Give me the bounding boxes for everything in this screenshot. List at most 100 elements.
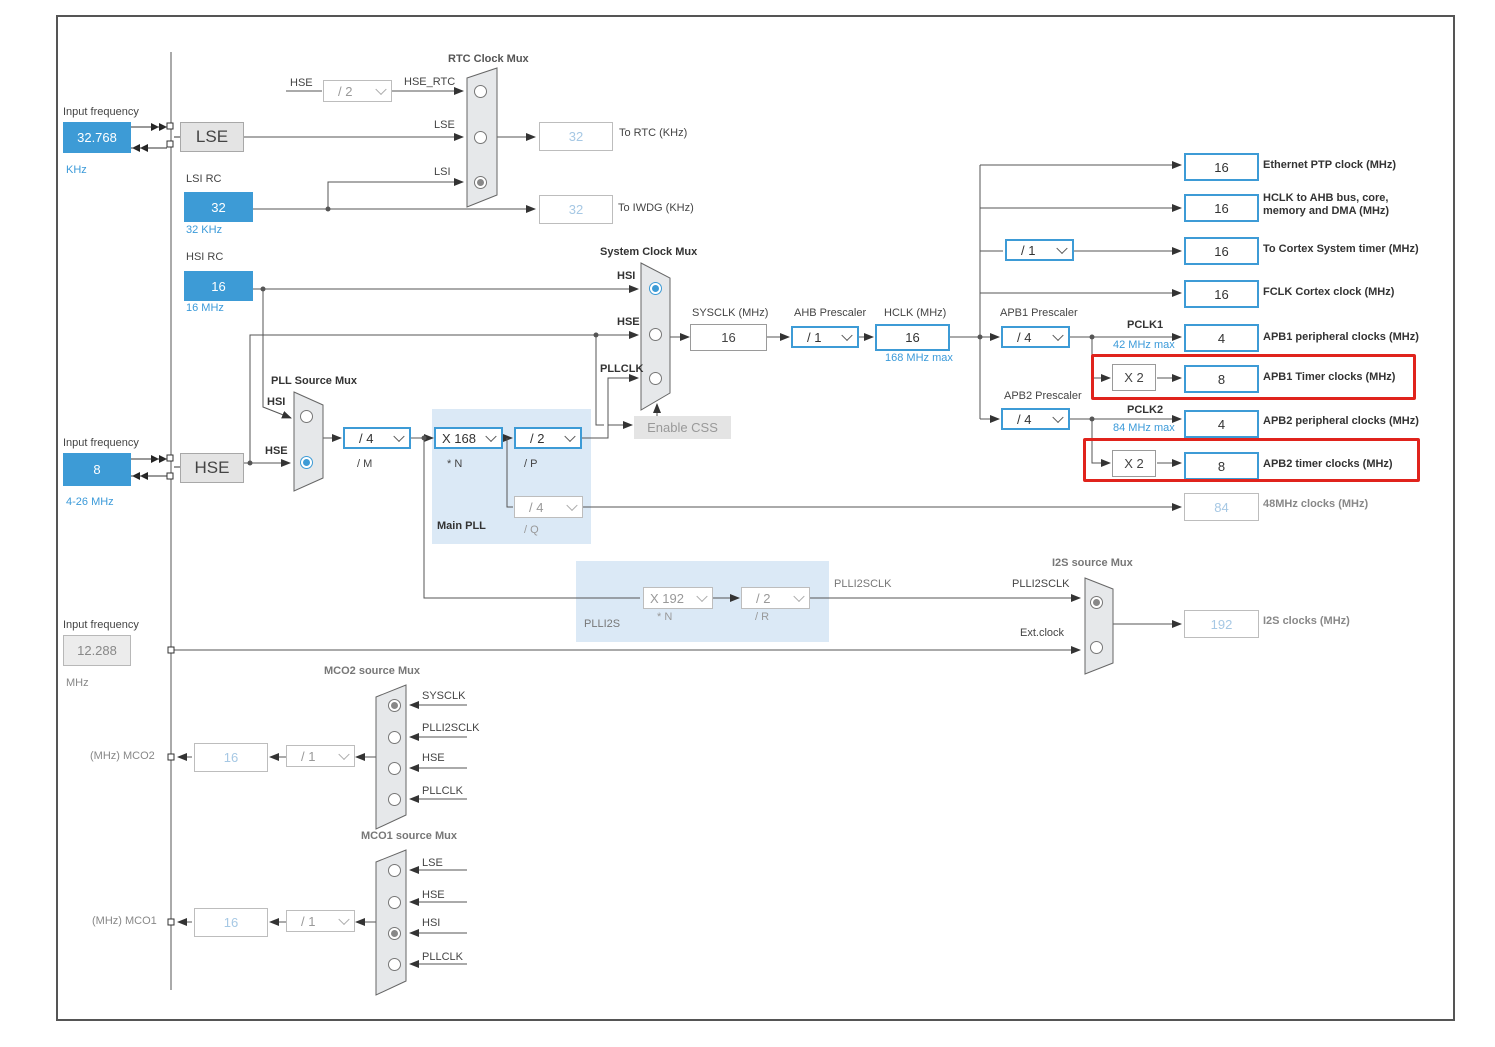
i2s-mux-in2-label: Ext.clock [1020,627,1065,639]
pll-m-divider[interactable]: / 4 [343,427,411,449]
pll-mux-hsi-radio[interactable] [300,410,313,423]
rtc-mux-hse-radio[interactable] [474,85,487,98]
i2s-mux-plli2s-radio[interactable] [1090,596,1103,609]
lse-oscillator: LSE [180,122,244,152]
pclk1-label: PCLK1 [1127,319,1164,331]
enable-css-button[interactable]: Enable CSS [634,416,731,439]
hsi-unit: 16 MHz [186,302,224,314]
fclk-cortex-value[interactable]: 16 [1184,280,1259,308]
pll-p-divider[interactable]: / 2 [514,427,582,449]
pll-q-divider[interactable]: / 4 [514,496,583,518]
apb1-prescaler-label: APB1 Prescaler [1000,307,1078,319]
chevron-down-icon [338,913,350,926]
cortex-timer-divider-value: / 1 [1021,242,1036,258]
apb1-prescaler-value: / 4 [1017,329,1032,345]
mco2-mux-plli2s-radio[interactable] [388,731,401,744]
hse-frequency-input[interactable]: 8 [63,453,131,486]
chevron-down-icon [564,430,576,443]
sysclk-mux-pllclk-radio[interactable] [649,372,662,385]
mco1-divider-value: / 1 [301,913,316,929]
rtc-hse-rtc-label: HSE_RTC [404,76,456,88]
cortex-system-timer-value[interactable]: 16 [1184,237,1259,265]
plli2s-r-divider[interactable]: / 2 [741,587,810,609]
ethernet-ptp-clock-value[interactable]: 16 [1184,153,1259,181]
cortex-timer-divider[interactable]: / 1 [1005,239,1074,261]
fclk-cortex-label: FCLK Cortex clock (MHz) [1263,286,1395,298]
apb2-peripheral-value[interactable]: 4 [1184,410,1259,438]
ahb-prescaler[interactable]: / 1 [791,326,859,348]
ext-input-label: Input frequency [63,619,139,631]
lsi-label: LSI RC [186,173,222,185]
hse-input-label: Input frequency [63,437,139,449]
mco1-mux-hse-radio[interactable] [388,896,401,909]
plli2s-n-multiplier-value: X 192 [650,590,684,606]
sysclk-mux-hse-radio[interactable] [649,328,662,341]
ahb-prescaler-label: AHB Prescaler [794,307,867,319]
hclk-ahb-value[interactable]: 16 [1184,194,1259,222]
cortex-system-timer-label: To Cortex System timer (MHz) [1263,243,1419,255]
rtc-mux-title: RTC Clock Mux [448,53,529,65]
main-pll-title: Main PLL [437,520,486,532]
rtc-mux-lse-radio[interactable] [474,131,487,144]
mco1-mux-hsi-radio[interactable] [388,927,401,940]
apb2-prescaler-label: APB2 Prescaler [1004,390,1082,402]
rtc-hse-label: HSE [290,77,313,89]
pll-q-divider-value: / 4 [529,499,544,515]
mco1-in-hse: HSE [422,889,445,901]
hclk-max: 168 MHz max [885,352,953,364]
hclk-input[interactable]: 16 [875,324,950,351]
mco2-divider[interactable]: / 1 [286,745,355,767]
sysclk-label: SYSCLK (MHz) [692,307,769,319]
chevron-down-icon [1056,242,1068,255]
sysclk-mux-hsi-radio[interactable] [649,282,662,295]
ahb-prescaler-value: / 1 [807,329,822,345]
rtc-lse-label: LSE [434,119,455,131]
apb2-prescaler[interactable]: / 4 [1001,408,1070,430]
mco2-mux-pllclk-radio[interactable] [388,793,401,806]
pll-m-divider-value: / 4 [359,430,374,446]
apb2-prescaler-value: / 4 [1017,411,1032,427]
rtc-output-label: To RTC (KHz) [619,127,688,139]
mco2-mux-hse-radio[interactable] [388,762,401,775]
apb2-timer-highlight [1083,438,1420,482]
chevron-down-icon [1052,329,1064,342]
iwdg-output-label: To IWDG (KHz) [618,202,694,214]
mco2-divider-value: / 1 [301,748,316,764]
lse-input-label: Input frequency [63,106,139,118]
mco1-divider[interactable]: / 1 [286,910,355,932]
lse-frequency-input[interactable]: 32.768 [63,122,131,153]
pll-n-multiplier[interactable]: X 168 [434,427,503,449]
hse-oscillator: HSE [180,453,244,483]
mco2-mux-sysclk-radio[interactable] [388,699,401,712]
pclk2-label: PCLK2 [1127,404,1164,416]
plli2s-n-label: * N [657,611,673,623]
sysclk-mux-hse-label: HSE [617,316,640,328]
plli2s-n-multiplier[interactable]: X 192 [643,587,713,609]
mco1-in-pllclk: PLLCLK [422,951,463,963]
hsi-value: 16 [184,271,253,301]
mco1-mux-pllclk-radio[interactable] [388,958,401,971]
i2s-mux-ext-radio[interactable] [1090,641,1103,654]
rtc-hse-divider[interactable]: / 2 [323,80,392,102]
sysclk-mux-title: System Clock Mux [600,246,698,258]
ext-frequency-input[interactable]: 12.288 [63,635,131,666]
chevron-down-icon [1052,411,1064,424]
mco1-mux-lse-radio[interactable] [388,864,401,877]
mco2-in-plli2sclk: PLLI2SCLK [422,722,480,734]
hclk-ahb-label: HCLK to AHB bus, core, memory and DMA (M… [1263,192,1390,217]
mco2-in-pllclk: PLLCLK [422,785,463,797]
chevron-down-icon [375,83,387,96]
rtc-mux-lsi-radio[interactable] [474,176,487,189]
pll-mux-hse-radio[interactable] [300,456,313,469]
chevron-down-icon [338,748,350,761]
ext-unit: MHz [66,677,89,689]
pll-p-label: / P [524,458,538,470]
sysclk-value: 16 [690,324,767,351]
apb1-peripheral-value[interactable]: 4 [1184,324,1259,352]
rtc-hse-divider-value: / 2 [338,83,353,99]
lsi-value: 32 [184,192,253,222]
apb1-prescaler[interactable]: / 4 [1001,326,1070,348]
lsi-unit: 32 KHz [186,224,223,236]
sysclk-mux-hsi-label: HSI [617,270,636,282]
apb1-peripheral-label: APB1 peripheral clocks (MHz) [1263,331,1419,343]
